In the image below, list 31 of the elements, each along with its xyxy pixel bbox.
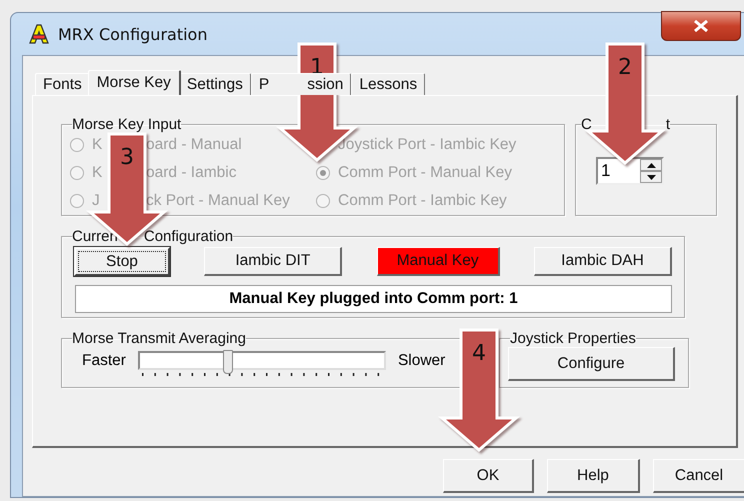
close-button[interactable] [661,11,741,41]
group-title: Configuration [144,228,234,245]
radio-label: Comm Port - Manual Key [338,164,512,182]
close-icon [693,20,709,32]
key-button[interactable]: Iambic DAH [534,247,672,276]
radio-label: Comm Port - Iambic Key [338,192,507,210]
dialog-button[interactable]: Help [547,459,640,493]
app-logo-icon [28,23,50,45]
slider-thumb[interactable] [222,350,233,374]
dialog-button[interactable]: OK [443,459,534,493]
key-button[interactable]: Iambic DIT [204,247,342,276]
key-button[interactable]: Manual Key [376,247,500,276]
configure-button[interactable]: Configure [508,347,675,381]
slider-label: Slower [398,352,446,370]
radio-label: Joystick Port - Iambic Key [338,136,516,154]
tab[interactable]: Settings [178,73,251,95]
group-title: Joystick Properties [510,330,636,347]
slider-label: Faster [82,352,126,370]
port-spinner[interactable]: 1 [596,157,664,185]
tab[interactable]: Morse Key [88,70,181,95]
group-title: t [666,116,670,133]
down-arrow-icon [646,174,656,180]
dialog-button[interactable]: Cancel [653,459,744,493]
group-title: Morse Transmit Averaging [72,330,246,347]
window-title: MRX Configuration [58,24,208,44]
status-field: Manual Key plugged into Comm port: 1 [75,285,672,313]
up-arrow-icon [646,162,656,168]
key-button[interactable]: Stop [74,247,170,276]
tab[interactable]: Lessons [351,73,426,95]
group-title: Morse Key Input [72,116,182,133]
tab[interactable]: Fonts [35,73,90,95]
